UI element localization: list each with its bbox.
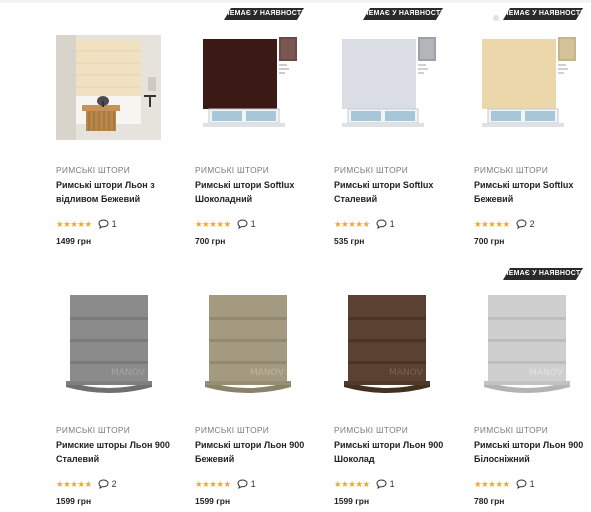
reviews-link[interactable]: 1 <box>98 219 117 229</box>
product-card[interactable]: НЕМАЄ У НАЯВНОСТІ РИМСЬКІ ШТОРИ Римські … <box>474 8 591 253</box>
product-image[interactable]: MANOV <box>195 295 300 400</box>
rating-stars: ★★★★★ <box>195 219 231 229</box>
product-category[interactable]: РИМСЬКІ ШТОРИ <box>474 425 548 435</box>
product-card[interactable]: НЕМАЄ У НАЯВНОСТІ РИМСЬКІ ШТОРИ Римські … <box>195 8 325 253</box>
svg-text:MANOV: MANOV <box>529 368 564 378</box>
product-rating: ★★★★★ 1 <box>56 218 117 230</box>
product-title[interactable]: Римские шторы Льон 900 Сталевий <box>56 438 186 466</box>
svg-text:MANOV: MANOV <box>250 368 285 378</box>
product-card[interactable]: РИМСЬКІ ШТОРИ Римські штори Льон з відли… <box>56 8 186 253</box>
reviews-link[interactable]: 1 <box>237 219 256 229</box>
product-title[interactable]: Римські штори Льон 900 Білосніжний <box>474 438 591 466</box>
product-title[interactable]: Римські штори Льон 900 Бежевий <box>195 438 325 466</box>
product-image[interactable] <box>56 35 161 140</box>
reviews-link[interactable]: 2 <box>516 219 535 229</box>
product-price: 700 грн <box>474 236 505 246</box>
reviews-count: 1 <box>111 219 117 229</box>
product-image[interactable] <box>195 35 300 140</box>
out-of-stock-badge: НЕМАЄ У НАЯВНОСТІ <box>503 8 583 20</box>
reviews-link[interactable]: 2 <box>98 479 117 489</box>
out-of-stock-badge: НЕМАЄ У НАЯВНОСТІ <box>363 8 443 20</box>
product-category[interactable]: РИМСЬКІ ШТОРИ <box>474 165 548 175</box>
product-card[interactable]: MANOV РИМСЬКІ ШТОРИ Римские шторы Льон 9… <box>56 268 186 512</box>
product-title[interactable]: Римські штори Softlux Сталевий <box>334 178 464 206</box>
comment-icon <box>237 219 248 229</box>
comment-icon <box>237 479 248 489</box>
svg-text:MANOV: MANOV <box>111 368 146 378</box>
reviews-count: 1 <box>389 479 395 489</box>
product-rating: ★★★★★ 2 <box>474 218 535 230</box>
window-beige-blind-image <box>474 35 579 140</box>
product-card[interactable]: MANOV РИМСЬКІ ШТОРИ Римські штори Льон 9… <box>195 268 325 512</box>
product-rating: ★★★★★ 1 <box>334 478 395 490</box>
product-image[interactable]: MANOV <box>474 295 579 400</box>
product-rating: ★★★★★ 1 <box>474 478 535 490</box>
reviews-count: 1 <box>250 219 256 229</box>
reviews-link[interactable]: 1 <box>376 479 395 489</box>
product-category[interactable]: РИМСЬКІ ШТОРИ <box>334 165 408 175</box>
product-card[interactable]: НЕМАЄ У НАЯВНОСТІ РИМСЬКІ ШТОРИ Римські … <box>334 8 464 253</box>
product-rating: ★★★★★ 2 <box>56 478 117 490</box>
product-rating: ★★★★★ 1 <box>195 478 256 490</box>
comment-icon <box>516 219 527 229</box>
interior-beige-blind-image <box>56 35 161 140</box>
reviews-link[interactable]: 1 <box>237 479 256 489</box>
rating-stars: ★★★★★ <box>334 219 370 229</box>
product-price: 1599 грн <box>334 496 370 506</box>
window-chocolate-blind-image <box>195 35 300 140</box>
comment-icon <box>376 479 387 489</box>
reviews-count: 2 <box>529 219 535 229</box>
product-price: 700 грн <box>195 236 226 246</box>
product-image[interactable]: MANOV <box>334 295 439 400</box>
folded-brown-blind-image: MANOV <box>334 295 439 400</box>
product-price: 1499 грн <box>56 236 92 246</box>
product-price: 1599 грн <box>195 496 231 506</box>
product-title[interactable]: Римські штори Льон з відливом Бежевий <box>56 178 186 206</box>
folded-beige-blind-image: MANOV <box>195 295 300 400</box>
folded-white-blind-image: MANOV <box>474 295 579 400</box>
reviews-count: 1 <box>250 479 256 489</box>
rating-stars: ★★★★★ <box>474 219 510 229</box>
product-category[interactable]: РИМСЬКІ ШТОРИ <box>195 425 269 435</box>
product-image[interactable] <box>334 35 439 140</box>
svg-text:MANOV: MANOV <box>389 368 424 378</box>
reviews-link[interactable]: 1 <box>516 479 535 489</box>
product-price: 535 грн <box>334 236 365 246</box>
product-category[interactable]: РИМСЬКІ ШТОРИ <box>56 425 130 435</box>
product-rating: ★★★★★ 1 <box>334 218 395 230</box>
product-title[interactable]: Римські штори Льон 900 Шоколад <box>334 438 464 466</box>
comment-icon <box>516 479 527 489</box>
product-category[interactable]: РИМСЬКІ ШТОРИ <box>195 165 269 175</box>
reviews-count: 1 <box>389 219 395 229</box>
product-card[interactable]: НЕМАЄ У НАЯВНОСТІ MANOV РИМСЬКІ ШТОРИ Ри… <box>474 268 591 512</box>
rating-stars: ★★★★★ <box>334 479 370 489</box>
product-card[interactable]: MANOV РИМСЬКІ ШТОРИ Римські штори Льон 9… <box>334 268 464 512</box>
comment-icon <box>376 219 387 229</box>
window-steel-blind-image <box>334 35 439 140</box>
rating-stars: ★★★★★ <box>56 219 92 229</box>
rating-stars: ★★★★★ <box>195 479 231 489</box>
product-category[interactable]: РИМСЬКІ ШТОРИ <box>56 165 130 175</box>
product-image[interactable] <box>474 35 579 140</box>
out-of-stock-badge: НЕМАЄ У НАЯВНОСТІ <box>224 8 304 20</box>
reviews-count: 1 <box>529 479 535 489</box>
product-image[interactable]: MANOV <box>56 295 161 400</box>
folded-gray-blind-image: MANOV <box>56 295 161 400</box>
product-title[interactable]: Римські штори Softlux Шоколадний <box>195 178 325 206</box>
top-divider <box>0 0 591 3</box>
comment-icon <box>98 219 109 229</box>
comment-icon <box>98 479 109 489</box>
rating-stars: ★★★★★ <box>56 479 92 489</box>
reviews-count: 2 <box>111 479 117 489</box>
rating-stars: ★★★★★ <box>474 479 510 489</box>
product-price: 1599 грн <box>56 496 92 506</box>
product-rating: ★★★★★ 1 <box>195 218 256 230</box>
product-price: 780 грн <box>474 496 505 506</box>
product-title[interactable]: Римські штори Softlux Бежевий <box>474 178 591 206</box>
out-of-stock-badge: НЕМАЄ У НАЯВНОСТІ <box>503 268 583 280</box>
product-category[interactable]: РИМСЬКІ ШТОРИ <box>334 425 408 435</box>
reviews-link[interactable]: 1 <box>376 219 395 229</box>
